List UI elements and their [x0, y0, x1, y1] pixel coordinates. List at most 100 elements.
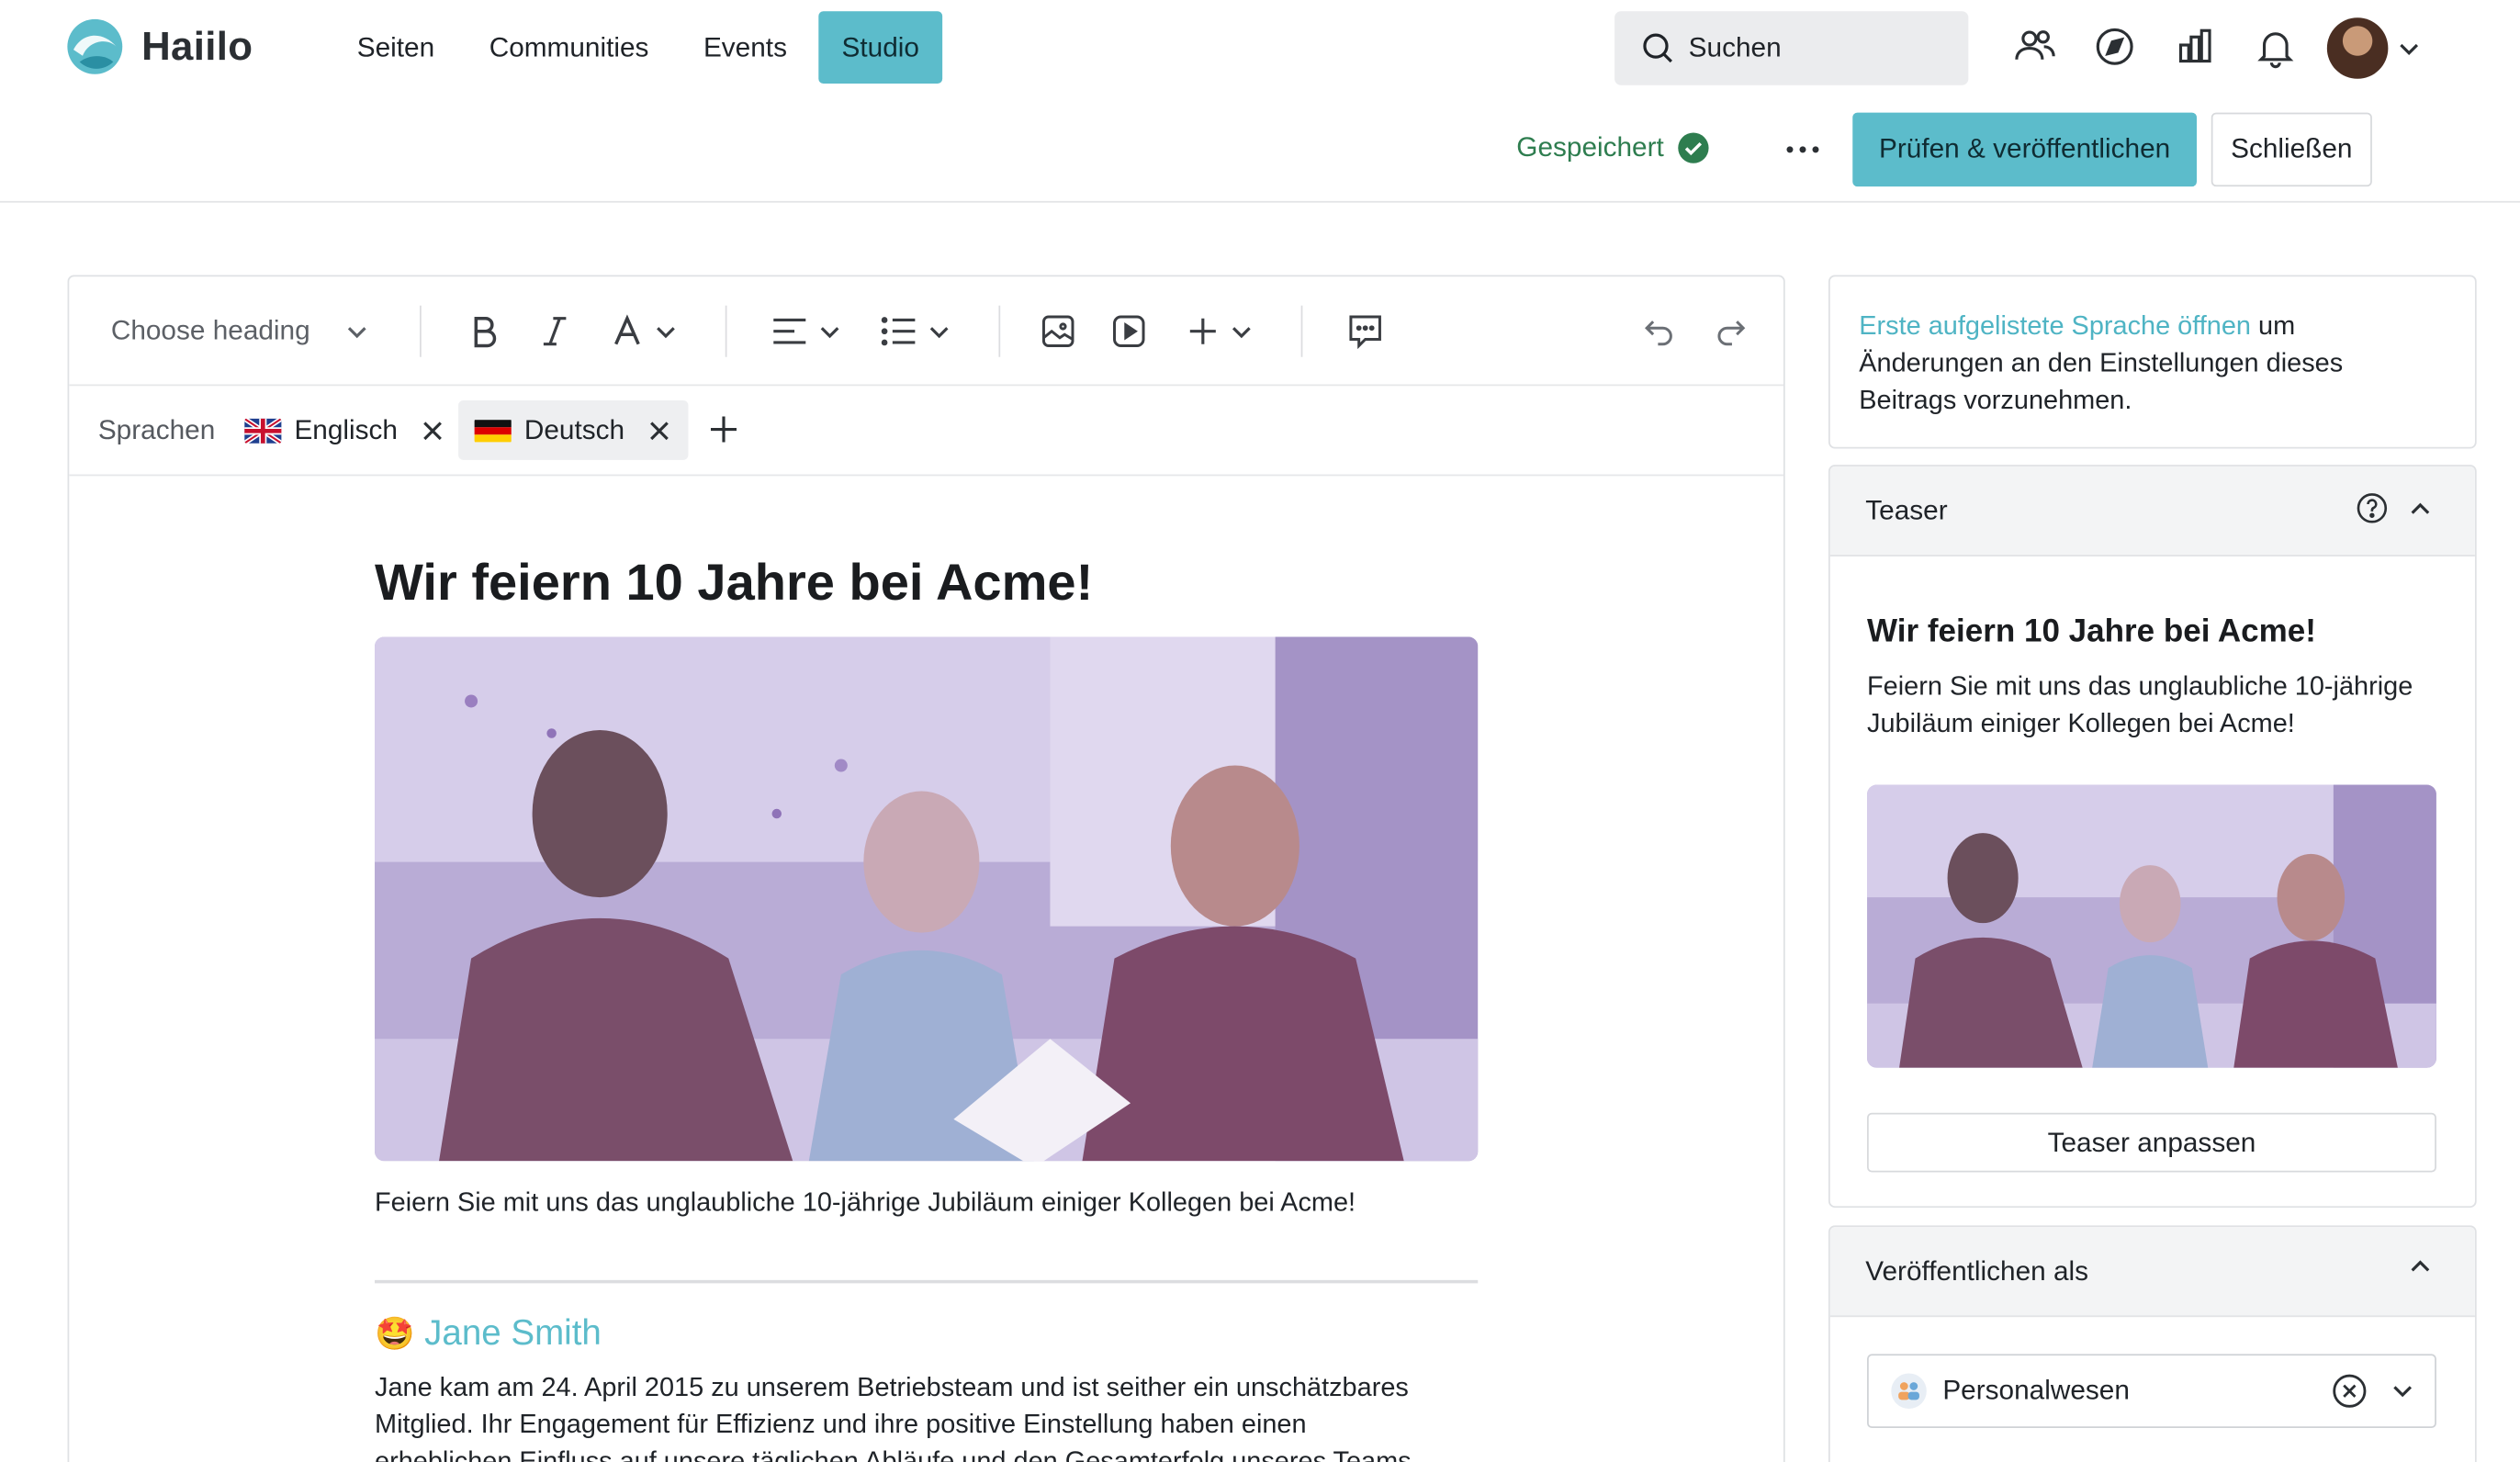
close-icon[interactable]	[421, 417, 446, 443]
toolbar-divider	[998, 305, 1001, 357]
chevron-up-icon[interactable]	[2407, 495, 2433, 521]
help-icon[interactable]	[2356, 492, 2388, 524]
list-icon	[881, 317, 916, 346]
comment-icon	[1349, 315, 1381, 350]
undo-button[interactable]	[1642, 306, 1678, 357]
publish-button[interactable]: Prüfen & veröffentlichen	[1852, 112, 2198, 187]
article-lead[interactable]: Feiern Sie mit uns das unglaubliche 10-j…	[375, 1188, 1356, 1219]
plus-icon	[710, 416, 737, 443]
nav-item-studio[interactable]: Studio	[818, 11, 942, 84]
check-circle-icon	[1677, 132, 1708, 163]
top-navigation-bar: Haiilo Seiten Communities Events Studio …	[0, 0, 2520, 100]
italic-icon	[543, 317, 567, 346]
publish-as-panel-header[interactable]: Veröffentlichen als	[1829, 1227, 2475, 1318]
insert-button[interactable]	[1186, 306, 1254, 357]
language-tab-englisch[interactable]: Englisch	[229, 400, 462, 460]
language-name: Deutsch	[523, 413, 625, 445]
haiilo-logo[interactable]: Haiilo	[64, 17, 253, 78]
publisher-select[interactable]: Personalwesen	[1867, 1354, 2436, 1428]
video-icon	[1113, 315, 1145, 347]
teaser-panel: Teaser Wir feiern 10 Jahre bei Acme! Fei…	[1828, 465, 2477, 1209]
clear-icon[interactable]	[2332, 1373, 2368, 1409]
more-icon	[1786, 146, 1819, 153]
language-tab-deutsch[interactable]: Deutsch	[458, 400, 690, 460]
text-color-button[interactable]	[610, 306, 678, 357]
body-line: Mitglied. Ihr Engagement für Effizienz u…	[375, 1410, 1307, 1440]
user-menu[interactable]	[2326, 17, 2421, 79]
body-line: erheblichen Einfluss auf unsere tägliche…	[375, 1446, 1412, 1462]
divider	[375, 1279, 1479, 1284]
chevron-down-icon	[2400, 43, 2419, 56]
language-bar: Sprachen Englisch Deutsch	[69, 386, 1783, 477]
italic-button[interactable]	[539, 306, 571, 357]
text-color-icon	[614, 314, 640, 345]
image-button[interactable]	[1041, 306, 1076, 357]
more-options-button[interactable]	[1775, 126, 1830, 174]
nav-item-events[interactable]: Events	[681, 11, 809, 84]
teaser-image	[1867, 784, 2436, 1068]
align-button[interactable]	[771, 306, 841, 357]
nav-item-seiten[interactable]: Seiten	[334, 11, 456, 84]
close-button[interactable]: Schließen	[2211, 112, 2372, 187]
chevron-down-icon	[657, 327, 675, 339]
publisher-name: Personalwesen	[1942, 1375, 2130, 1406]
chevron-down-icon	[929, 327, 949, 339]
logo-icon	[67, 18, 123, 74]
align-icon	[773, 318, 806, 344]
video-button[interactable]	[1111, 306, 1147, 357]
chevron-down-icon	[1232, 327, 1251, 339]
bold-icon	[474, 316, 497, 348]
bold-button[interactable]	[468, 306, 501, 357]
toolbar-divider	[1300, 305, 1303, 357]
nav-item-communities[interactable]: Communities	[467, 11, 671, 84]
teaser-text: Feiern Sie mit uns das unglaubliche 10-j…	[1867, 671, 2413, 738]
search-placeholder: Suchen	[1688, 32, 1782, 63]
customize-teaser-button[interactable]: Teaser anpassen	[1867, 1112, 2436, 1173]
de-flag-icon	[474, 419, 512, 442]
bell-icon[interactable]	[2248, 19, 2303, 74]
hero-image[interactable]	[375, 636, 1479, 1162]
chevron-up-icon[interactable]	[2407, 1253, 2433, 1278]
uk-flag-icon	[244, 417, 282, 444]
comment-button[interactable]	[1346, 306, 1385, 357]
editor-panel: Choose heading Sprachen Englisch Deutsch…	[67, 275, 1785, 1462]
compass-icon[interactable]	[2087, 19, 2143, 74]
section-heading[interactable]: 🤩 Jane Smith	[375, 1312, 602, 1355]
toolbar-divider	[725, 305, 727, 357]
chart-icon[interactable]	[2167, 19, 2222, 74]
redo-icon	[1717, 321, 1746, 346]
save-status: Gespeichert	[1516, 132, 1709, 164]
undo-icon	[1645, 321, 1672, 346]
teaser-title: Wir feiern 10 Jahre bei Acme!	[1867, 613, 2316, 650]
article-title[interactable]: Wir feiern 10 Jahre bei Acme!	[375, 553, 1093, 613]
open-first-language-link[interactable]: Erste aufgelistete Sprache öffnen	[1859, 312, 2251, 342]
redo-button[interactable]	[1713, 306, 1749, 357]
teaser-panel-title: Teaser	[1865, 494, 1948, 525]
settings-note: Erste aufgelistete Sprache öffnen um Änd…	[1828, 275, 2477, 449]
search-input[interactable]: Suchen	[1614, 11, 1969, 85]
people-icon[interactable]	[2007, 19, 2062, 74]
close-icon[interactable]	[647, 417, 673, 443]
chevron-down-icon[interactable]	[2390, 1378, 2415, 1404]
insert-icon	[1189, 318, 1216, 344]
avatar	[2326, 17, 2389, 79]
main-nav: Seiten Communities Events Studio	[334, 11, 942, 84]
languages-label: Sprachen	[97, 414, 216, 446]
publish-as-panel: Veröffentlichen als Personalwesen	[1828, 1225, 2477, 1462]
save-status-label: Gespeichert	[1516, 131, 1664, 163]
article-body[interactable]: Jane kam am 24. April 2015 zu unserem Be…	[375, 1370, 1478, 1462]
list-button[interactable]	[880, 306, 951, 357]
chevron-down-icon	[347, 327, 366, 339]
logo-text: Haiilo	[141, 23, 253, 69]
image-icon	[1041, 315, 1074, 347]
teaser-panel-header[interactable]: Teaser	[1829, 466, 2475, 557]
toolbar-divider	[420, 305, 422, 357]
add-language-button[interactable]	[703, 409, 745, 451]
heading-select[interactable]: Choose heading	[111, 306, 368, 357]
group-icon	[1891, 1373, 1927, 1409]
language-name: Englisch	[294, 413, 398, 445]
editor-action-bar: Gespeichert Prüfen & veröffentlichen Sch…	[0, 100, 2520, 203]
publish-as-title: Veröffentlichen als	[1865, 1254, 2089, 1287]
heading-select-label: Choose heading	[110, 315, 310, 346]
formatting-toolbar: Choose heading	[69, 276, 1783, 387]
